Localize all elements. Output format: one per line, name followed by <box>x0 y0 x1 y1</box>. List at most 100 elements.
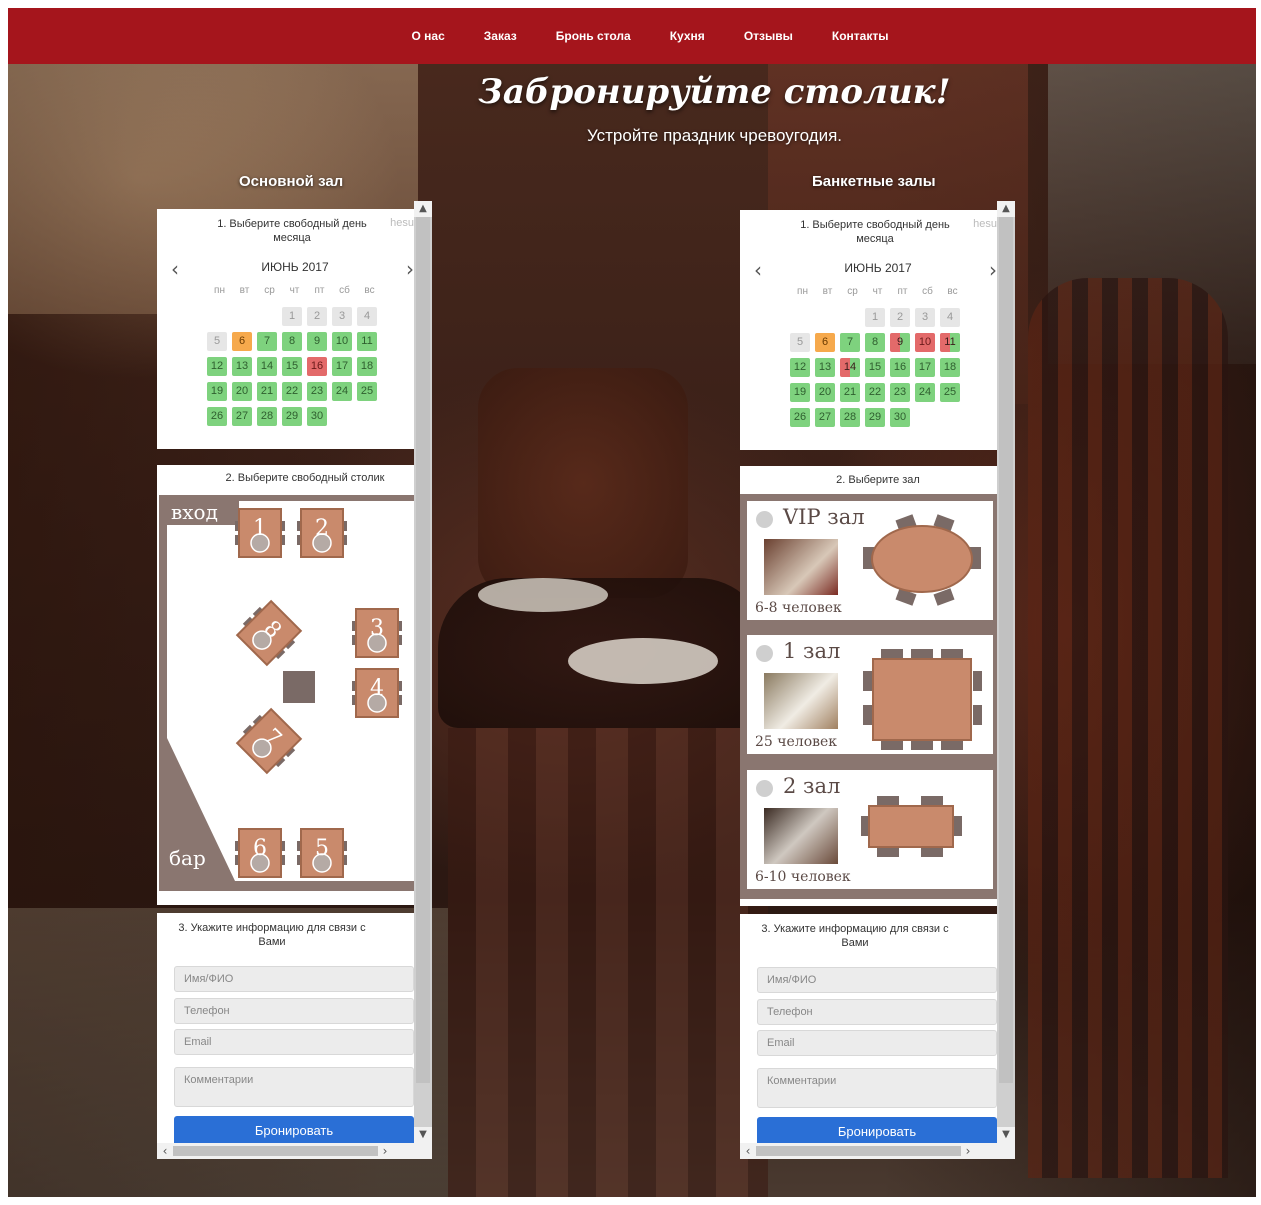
calendar-day[interactable]: 22 <box>865 383 885 402</box>
calendar-day[interactable]: 12 <box>790 358 810 377</box>
hall-radio[interactable] <box>756 645 773 662</box>
calendar-day[interactable]: 21 <box>257 382 277 401</box>
scroll-right-icon[interactable]: › <box>377 1143 393 1159</box>
scroll-up-icon[interactable]: ▲ <box>414 201 432 217</box>
calendar-day[interactable]: 15 <box>865 358 885 377</box>
calendar-day[interactable]: 25 <box>357 382 377 401</box>
floor-table-5[interactable]: 5 <box>297 828 347 878</box>
calendar-day[interactable]: 12 <box>207 357 227 376</box>
calendar-day[interactable]: 18 <box>940 358 960 377</box>
calendar-day[interactable]: 15 <box>282 357 302 376</box>
scrollbar-thumb[interactable] <box>999 217 1013 1083</box>
calendar-day[interactable]: 20 <box>232 382 252 401</box>
scroll-down-icon[interactable]: ▼ <box>997 1127 1015 1143</box>
calendar-day[interactable]: 8 <box>282 332 302 351</box>
nav-item-reviews[interactable]: Отзывы <box>744 29 793 43</box>
hall-option-vip[interactable]: VIP зал 6-8 человек <box>743 497 997 624</box>
nav-item-about[interactable]: О нас <box>412 29 445 43</box>
scroll-left-icon[interactable]: ‹ <box>740 1143 756 1159</box>
calendar-day[interactable]: 9 <box>307 332 327 351</box>
hall-option-2[interactable]: 2 зал 6-10 человек <box>743 766 997 893</box>
phone-field[interactable]: Телефон <box>174 998 414 1024</box>
calendar-day[interactable]: 29 <box>282 407 302 426</box>
hall-radio[interactable] <box>756 511 773 528</box>
calendar-day[interactable]: 27 <box>232 407 252 426</box>
scroll-right-icon[interactable]: › <box>960 1143 976 1159</box>
calendar-day[interactable]: 24 <box>332 382 352 401</box>
email-field[interactable]: Email <box>757 1030 997 1056</box>
calendar-day[interactable]: 17 <box>915 358 935 377</box>
calendar-day[interactable]: 14 <box>257 357 277 376</box>
chevron-right-icon[interactable]: › <box>406 257 414 281</box>
calendar-day[interactable]: 26 <box>790 408 810 427</box>
calendar-day[interactable]: 6 <box>232 332 252 351</box>
calendar-day[interactable]: 9 <box>890 333 910 352</box>
calendar-day[interactable]: 13 <box>232 357 252 376</box>
floor-table-6[interactable]: 6 <box>235 828 285 878</box>
calendar-day[interactable]: 26 <box>207 407 227 426</box>
comment-field[interactable]: Комментарии <box>757 1068 997 1108</box>
nav-item-kitchen[interactable]: Кухня <box>670 29 705 43</box>
chevron-right-icon[interactable]: › <box>989 258 997 282</box>
calendar-day[interactable]: 19 <box>207 382 227 401</box>
hall-option-1[interactable]: 1 зал 25 человек <box>743 631 997 758</box>
calendar-day[interactable]: 23 <box>307 382 327 401</box>
calendar-day[interactable]: 10 <box>915 333 935 352</box>
phone-field[interactable]: Телефон <box>757 999 997 1025</box>
calendar-day[interactable]: 6 <box>815 333 835 352</box>
calendar-day[interactable]: 2 <box>307 307 327 326</box>
nav-item-table-booking[interactable]: Бронь стола <box>556 29 631 43</box>
calendar-day[interactable]: 3 <box>332 307 352 326</box>
scrollbar-thumb[interactable] <box>416 217 430 1083</box>
email-field[interactable]: Email <box>174 1029 414 1055</box>
vertical-scrollbar[interactable]: ▲ ▼ <box>997 201 1015 1143</box>
calendar-day[interactable]: 1 <box>865 308 885 327</box>
calendar-day[interactable]: 1 <box>282 307 302 326</box>
comment-field[interactable]: Комментарии <box>174 1067 414 1107</box>
floor-table-3[interactable]: 3 <box>352 608 402 658</box>
calendar-day[interactable]: 29 <box>865 408 885 427</box>
calendar-day[interactable]: 28 <box>257 407 277 426</box>
scroll-left-icon[interactable]: ‹ <box>157 1143 173 1159</box>
horizontal-scrollbar[interactable]: ‹ › <box>740 1143 1015 1159</box>
scrollbar-thumb[interactable] <box>173 1146 378 1156</box>
calendar-day[interactable]: 18 <box>357 357 377 376</box>
calendar-day[interactable]: 13 <box>815 358 835 377</box>
floor-table-4[interactable]: 4 <box>352 668 402 718</box>
calendar-day[interactable]: 7 <box>840 333 860 352</box>
calendar-day[interactable]: 11 <box>357 332 377 351</box>
calendar-day[interactable]: 14 <box>840 358 860 377</box>
calendar-day[interactable]: 22 <box>282 382 302 401</box>
calendar-day[interactable]: 11 <box>940 333 960 352</box>
scrollbar-thumb[interactable] <box>756 1146 961 1156</box>
calendar-day[interactable]: 5 <box>207 332 227 351</box>
calendar-day[interactable]: 17 <box>332 357 352 376</box>
calendar-day[interactable]: 2 <box>890 308 910 327</box>
name-field[interactable]: Имя/ФИО <box>757 967 997 993</box>
nav-item-contacts[interactable]: Контакты <box>832 29 889 43</box>
calendar-day[interactable]: 3 <box>915 308 935 327</box>
horizontal-scrollbar[interactable]: ‹ › <box>157 1143 432 1159</box>
book-button[interactable]: Бронировать <box>174 1116 414 1146</box>
calendar-day[interactable]: 23 <box>890 383 910 402</box>
calendar-day[interactable]: 19 <box>790 383 810 402</box>
hall-radio[interactable] <box>756 780 773 797</box>
calendar-day[interactable]: 4 <box>357 307 377 326</box>
calendar-day[interactable]: 30 <box>890 408 910 427</box>
calendar-day[interactable]: 16 <box>307 357 327 376</box>
calendar-day[interactable]: 28 <box>840 408 860 427</box>
calendar-day[interactable]: 30 <box>307 407 327 426</box>
name-field[interactable]: Имя/ФИО <box>174 966 414 992</box>
floor-table-1[interactable]: 1 <box>235 508 285 558</box>
calendar-day[interactable]: 27 <box>815 408 835 427</box>
calendar-day[interactable]: 10 <box>332 332 352 351</box>
calendar-day[interactable]: 4 <box>940 308 960 327</box>
calendar-day[interactable]: 16 <box>890 358 910 377</box>
nav-item-order[interactable]: Заказ <box>484 29 517 43</box>
calendar-day[interactable]: 7 <box>257 332 277 351</box>
calendar-day[interactable]: 5 <box>790 333 810 352</box>
vertical-scrollbar[interactable]: ▲ ▼ <box>414 201 432 1143</box>
calendar-day[interactable]: 24 <box>915 383 935 402</box>
calendar-day[interactable]: 20 <box>815 383 835 402</box>
calendar-day[interactable]: 8 <box>865 333 885 352</box>
